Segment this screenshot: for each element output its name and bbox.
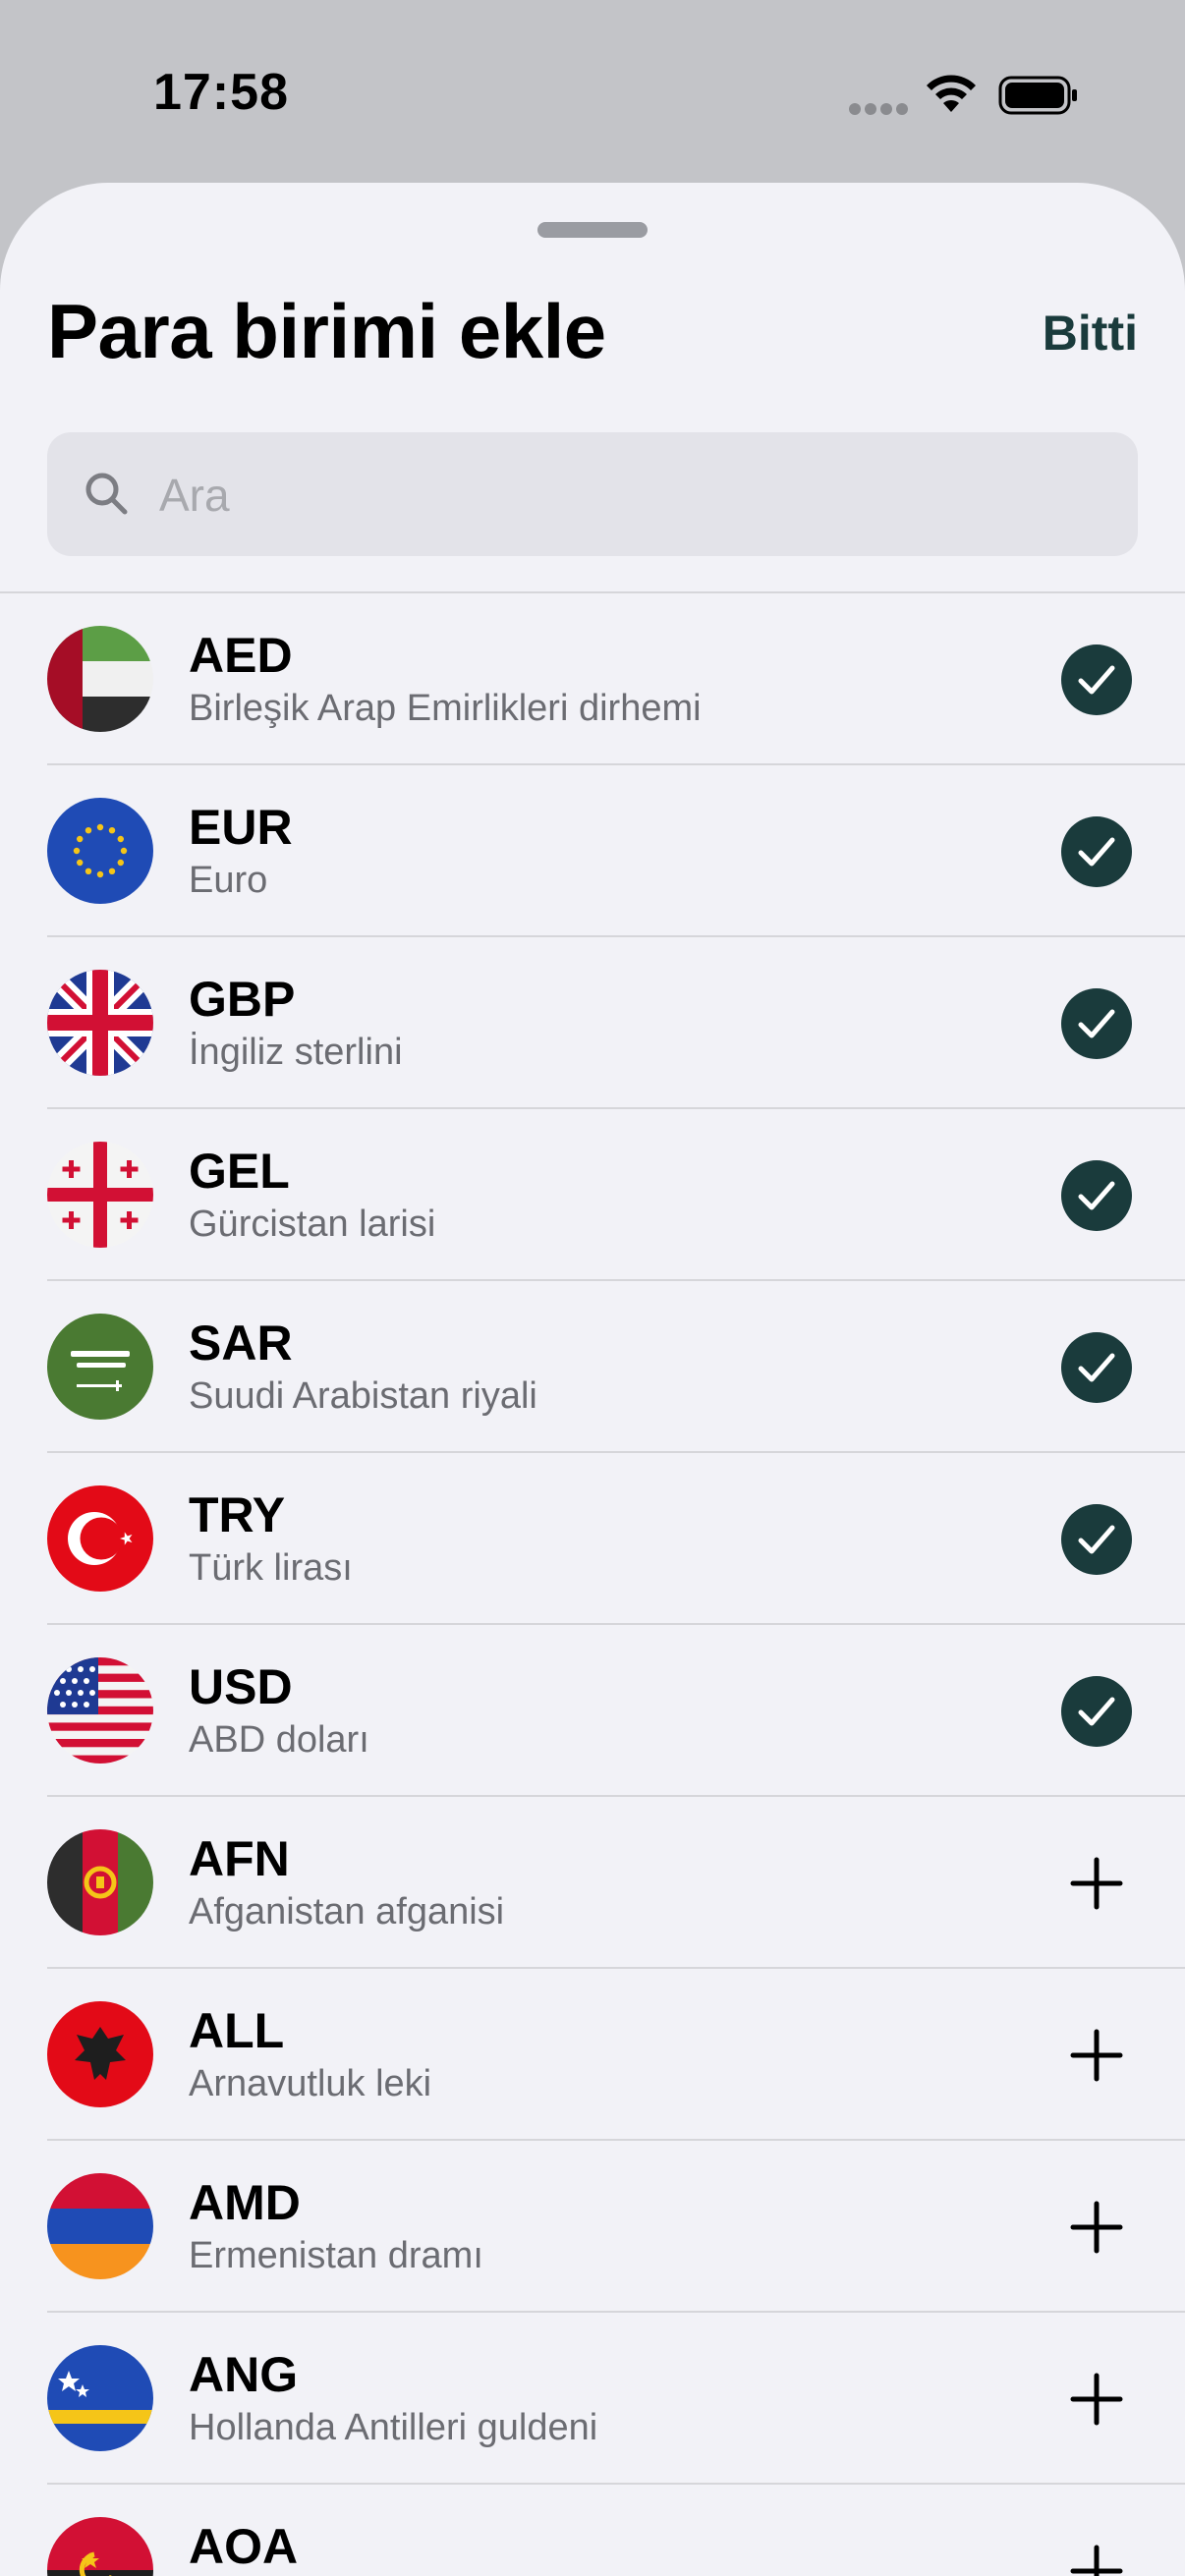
checkmark-circle-icon[interactable] <box>1061 988 1132 1059</box>
plus-icon[interactable] <box>1061 2536 1132 2576</box>
currency-name: Ermenistan dramı <box>189 2235 483 2276</box>
turkey-flag-icon <box>47 1485 153 1592</box>
currency-row-sar[interactable]: SAR Suudi Arabistan riyali <box>0 1281 1185 1453</box>
done-button[interactable]: Bitti <box>1043 305 1138 362</box>
currency-code: SAR <box>189 1316 293 1371</box>
search-input[interactable] <box>157 432 1104 558</box>
currency-row-aed[interactable]: AED Birleşik Arap Emirlikleri dirhemi <box>0 593 1185 765</box>
eu-flag-icon <box>47 798 153 904</box>
currency-name: Gürcistan larisi <box>189 1204 436 1245</box>
saudi-flag-icon <box>47 1314 153 1420</box>
search-icon <box>85 473 128 515</box>
signal-dots-icon <box>849 102 912 120</box>
battery-icon <box>998 76 1077 115</box>
currency-code: ALL <box>189 2003 285 2058</box>
currency-name: Arnavutluk leki <box>189 2063 432 2104</box>
currency-row-all[interactable]: ALL Arnavutluk leki <box>0 1969 1185 2141</box>
plus-icon[interactable] <box>1061 2364 1132 2435</box>
albania-flag-icon <box>47 2001 153 2107</box>
currency-code: AFN <box>189 1831 290 1886</box>
uk-flag-icon <box>47 970 153 1076</box>
armenia-flag-icon <box>47 2173 153 2279</box>
currency-row-try[interactable]: TRY Türk lirası <box>0 1453 1185 1625</box>
currency-code: AOA <box>189 2519 299 2574</box>
currency-row-gel[interactable]: GEL Gürcistan larisi <box>0 1109 1185 1281</box>
currency-row-ang[interactable]: ANG Hollanda Antilleri guldeni <box>0 2313 1185 2485</box>
currency-code: ANG <box>189 2347 299 2402</box>
currency-code: AMD <box>189 2175 301 2230</box>
sheet-grabber[interactable] <box>537 222 648 238</box>
checkmark-circle-icon[interactable] <box>1061 1676 1132 1747</box>
checkmark-circle-icon[interactable] <box>1061 816 1132 887</box>
currency-row-amd[interactable]: AMD Ermenistan dramı <box>0 2141 1185 2313</box>
currency-row-aoa[interactable]: AOA <box>0 2485 1185 2576</box>
status-time: 17:58 <box>153 64 289 121</box>
currency-code: USD <box>189 1659 293 1714</box>
plus-icon[interactable] <box>1061 1848 1132 1919</box>
currency-code: EUR <box>189 800 293 855</box>
currency-name: Suudi Arabistan riyali <box>189 1375 537 1417</box>
currency-name: Euro <box>189 860 268 901</box>
currency-name: Afganistan afganisi <box>189 1891 505 1932</box>
status-bar: 17:58 <box>0 0 1185 187</box>
checkmark-circle-icon[interactable] <box>1061 644 1132 715</box>
currency-name: ABD doları <box>189 1719 369 1761</box>
plus-icon[interactable] <box>1061 2020 1132 2091</box>
checkmark-circle-icon[interactable] <box>1061 1332 1132 1403</box>
currency-name: Türk lirası <box>189 1547 353 1589</box>
georgia-flag-icon <box>47 1142 153 1248</box>
currency-name: Birleşik Arap Emirlikleri dirhemi <box>189 688 702 729</box>
afghanistan-flag-icon <box>47 1829 153 1935</box>
currency-code: GBP <box>189 972 296 1027</box>
currency-row-usd[interactable]: USD ABD doları <box>0 1625 1185 1797</box>
plus-icon[interactable] <box>1061 2192 1132 2263</box>
page-title: Para birimi ekle <box>47 288 606 374</box>
currency-list: AED Birleşik Arap Emirlikleri dirhemi EU… <box>0 591 1185 2576</box>
currency-row-gbp[interactable]: GBP İngiliz sterlini <box>0 937 1185 1109</box>
currency-code: GEL <box>189 1144 290 1199</box>
search-bar[interactable] <box>47 432 1138 558</box>
wifi-icon <box>927 75 976 112</box>
curacao-flag-icon <box>47 2345 153 2451</box>
currency-name: Hollanda Antilleri guldeni <box>189 2407 598 2448</box>
currency-row-eur[interactable]: EUR Euro <box>0 765 1185 937</box>
checkmark-circle-icon[interactable] <box>1061 1504 1132 1575</box>
usa-flag-icon <box>47 1657 153 1764</box>
checkmark-circle-icon[interactable] <box>1061 1160 1132 1231</box>
uae-flag-icon <box>47 626 153 732</box>
angola-flag-icon <box>47 2517 153 2576</box>
currency-code: TRY <box>189 1487 286 1542</box>
add-currency-sheet: Para birimi ekle Bitti AED Birleşik Arap… <box>0 183 1185 2576</box>
currency-name: İngiliz sterlini <box>189 1032 403 1073</box>
currency-row-afn[interactable]: AFN Afganistan afganisi <box>0 1797 1185 1969</box>
currency-code: AED <box>189 628 293 683</box>
